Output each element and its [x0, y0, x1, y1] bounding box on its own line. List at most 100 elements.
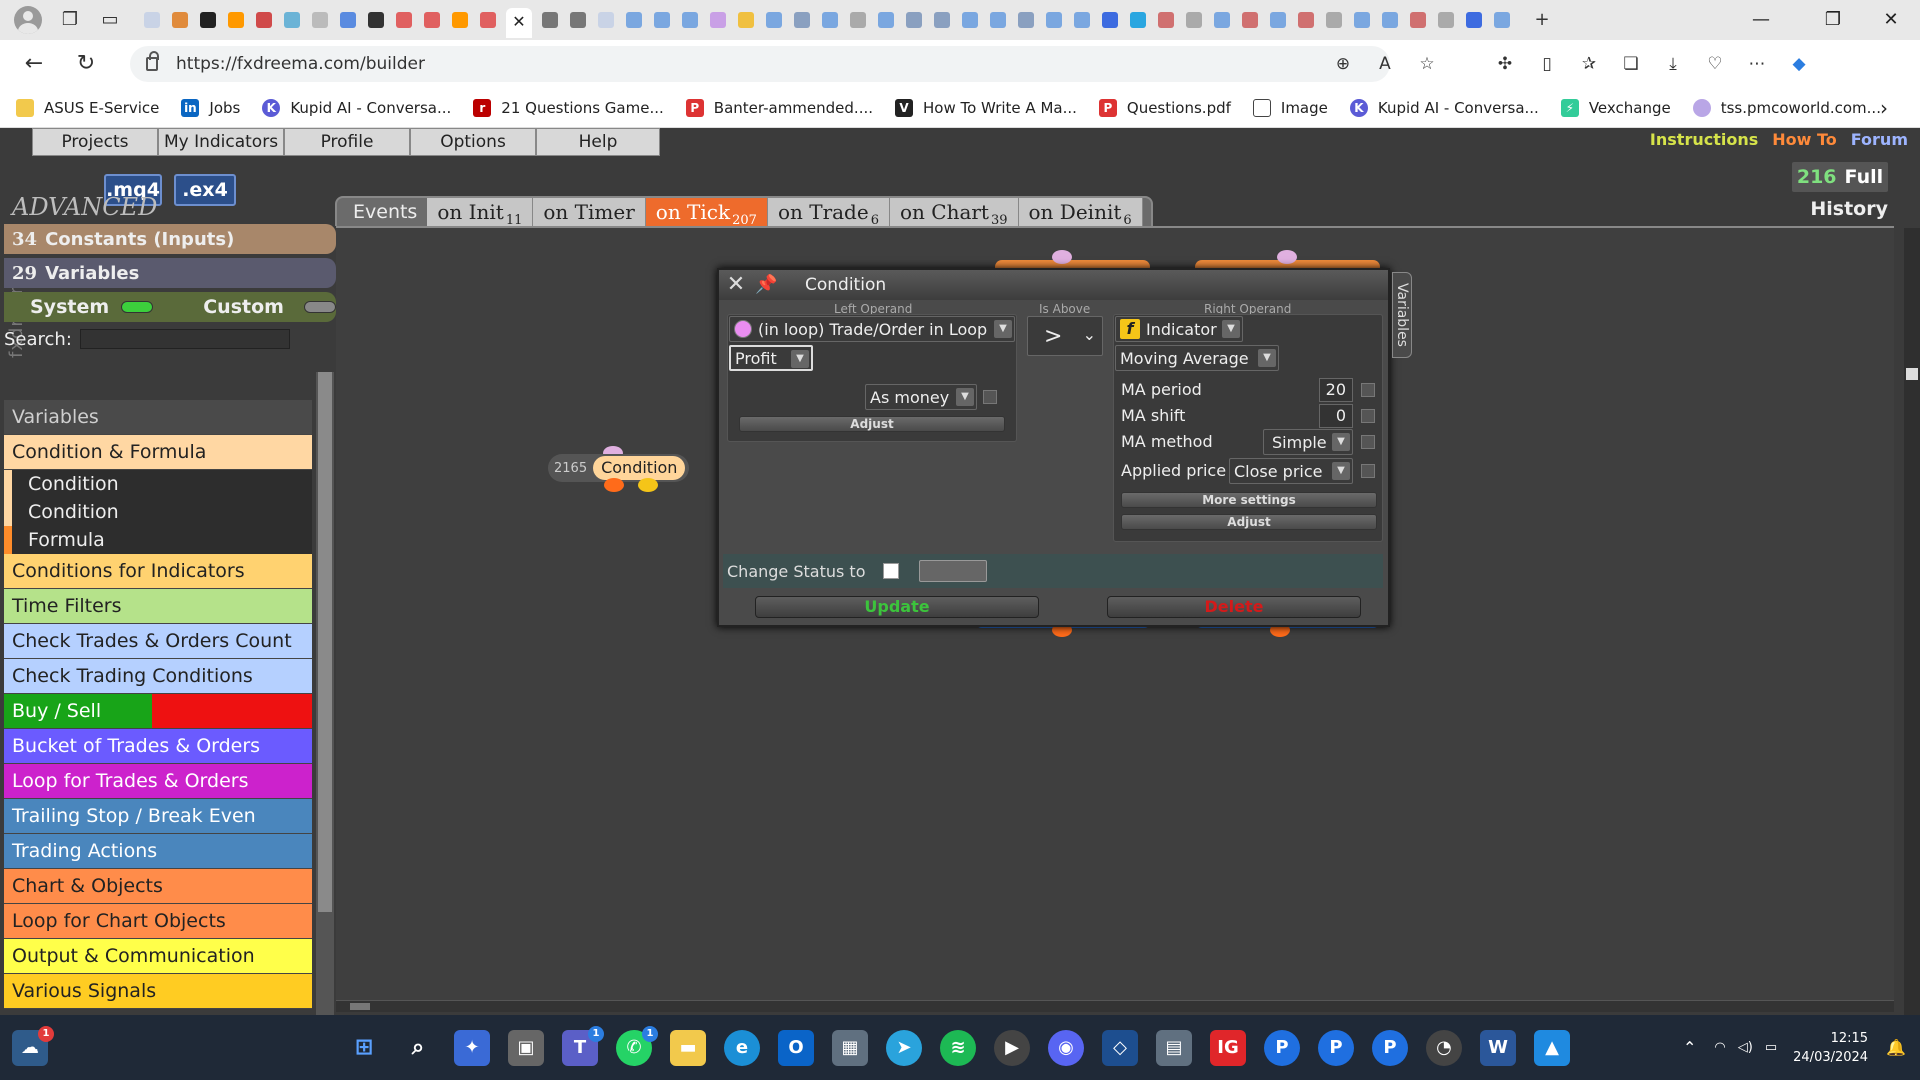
- pin-icon[interactable]: 📌: [755, 274, 777, 296]
- bookmark-kupid-2[interactable]: K Kupid AI - Conversa...: [1349, 98, 1539, 117]
- bookmark-asus[interactable]: ASUS E-Service: [16, 98, 159, 117]
- tab-favicon[interactable]: [598, 12, 614, 28]
- browser-essentials-icon[interactable]: ♡: [1703, 52, 1727, 76]
- back-icon[interactable]: ←: [16, 46, 52, 82]
- tab-favicon[interactable]: [144, 12, 160, 28]
- outlook-icon[interactable]: O: [778, 1029, 814, 1066]
- ma-period-checkbox[interactable]: [1361, 383, 1375, 397]
- bookmark-banter[interactable]: P Banter-ammended....: [685, 98, 873, 117]
- category-buy-sell[interactable]: Buy / Sell: [4, 694, 312, 729]
- search-icon[interactable]: ⌕: [400, 1030, 436, 1066]
- bookmark-vexchange[interactable]: ⚡ Vexchange: [1560, 98, 1671, 117]
- applied-price-select[interactable]: Close price ▼: [1229, 458, 1353, 484]
- block-condition-1[interactable]: Condition: [4, 470, 312, 498]
- tab-favicon[interactable]: [1410, 12, 1426, 28]
- workspaces-icon[interactable]: ❐: [58, 8, 82, 32]
- start-icon[interactable]: ⊞: [346, 1030, 382, 1066]
- tab-favicon[interactable]: [822, 12, 838, 28]
- tab-favicon[interactable]: [1102, 12, 1118, 28]
- pepperstone-icon-1[interactable]: P: [1264, 1029, 1300, 1066]
- tab-favicon[interactable]: [312, 12, 328, 28]
- spotify-icon[interactable]: ≋: [940, 1029, 976, 1066]
- bookmark-tss[interactable]: tss.pmcoworld.com...: [1692, 98, 1881, 117]
- tab-favicon[interactable]: [368, 12, 384, 28]
- bookmark-jobs[interactable]: in Jobs: [181, 98, 240, 117]
- collections-icon[interactable]: ❏: [1619, 52, 1643, 76]
- notifications-bell-icon[interactable]: 🔔: [1886, 1038, 1906, 1057]
- zoom-icon[interactable]: ⊕: [1331, 52, 1355, 76]
- tab-favicon[interactable]: [906, 12, 922, 28]
- extensions-icon[interactable]: ✣: [1493, 52, 1517, 76]
- favorites-icon[interactable]: ✰: [1577, 52, 1601, 76]
- tab-on-deinit[interactable]: on Deinit 6: [1018, 198, 1143, 228]
- indicator-select[interactable]: Moving Average ▼: [1115, 345, 1279, 371]
- tab-favicon[interactable]: [1326, 12, 1342, 28]
- copilot-app-icon[interactable]: ✦: [454, 1029, 490, 1066]
- tab-favicon[interactable]: [1242, 12, 1258, 28]
- tab-favicon[interactable]: [794, 12, 810, 28]
- tab-favicon[interactable]: [654, 12, 670, 28]
- right-scrollbar[interactable]: [1904, 228, 1920, 1015]
- tab-favicon[interactable]: [962, 12, 978, 28]
- block-input-handle[interactable]: [1052, 250, 1072, 264]
- menu-options[interactable]: Options: [410, 128, 536, 156]
- tab-favicon[interactable]: [990, 12, 1006, 28]
- tab-favicon[interactable]: [1438, 12, 1454, 28]
- split-screen-icon[interactable]: ▯: [1535, 52, 1559, 76]
- category-chart-objects[interactable]: Chart & Objects: [4, 869, 312, 904]
- category-trading-actions[interactable]: Trading Actions: [4, 834, 312, 869]
- tab-favicon[interactable]: [710, 12, 726, 28]
- menu-profile[interactable]: Profile: [284, 128, 410, 156]
- clock[interactable]: 12:15 24/03/2024: [1793, 1029, 1868, 1067]
- block-condition-2[interactable]: Condition: [4, 498, 312, 526]
- tab-favicon[interactable]: [850, 12, 866, 28]
- tab-on-tick[interactable]: on Tick 207: [645, 198, 768, 228]
- tab-favicon[interactable]: [626, 12, 642, 28]
- left-adjust-button[interactable]: Adjust: [739, 416, 1005, 432]
- tab-favicon[interactable]: [1298, 12, 1314, 28]
- tab-favicon[interactable]: [284, 12, 300, 28]
- battery-icon[interactable]: ▭: [1765, 1040, 1777, 1055]
- tab-favicon[interactable]: [1354, 12, 1370, 28]
- tab-favicon[interactable]: [1270, 12, 1286, 28]
- tab-favicon[interactable]: [424, 12, 440, 28]
- more-settings-button[interactable]: More settings: [1121, 492, 1377, 508]
- read-aloud-icon[interactable]: A: [1373, 52, 1397, 76]
- how-to-link[interactable]: How To: [1772, 130, 1837, 149]
- block-formula[interactable]: Formula: [4, 526, 312, 554]
- dev-tool-icon[interactable]: ◇: [1102, 1029, 1138, 1066]
- word-icon[interactable]: W: [1480, 1029, 1516, 1066]
- right-adjust-button[interactable]: Adjust: [1121, 514, 1377, 530]
- image-viewer-icon[interactable]: ▲: [1534, 1029, 1570, 1066]
- tab-favicon[interactable]: [1130, 12, 1146, 28]
- edge-icon[interactable]: e: [724, 1029, 760, 1066]
- category-output-communication[interactable]: Output & Communication: [4, 939, 312, 974]
- minimize-icon[interactable]: —: [1738, 0, 1784, 40]
- node-no-handle[interactable]: [638, 478, 658, 492]
- new-tab-icon[interactable]: +: [1530, 8, 1554, 32]
- tab-favicon[interactable]: [878, 12, 894, 28]
- active-tab-close-icon[interactable]: ✕: [506, 8, 532, 38]
- ig-trading-icon[interactable]: IG: [1210, 1029, 1246, 1066]
- scroll-thumb[interactable]: [318, 372, 332, 912]
- scroll-thumb[interactable]: [350, 1003, 370, 1010]
- change-status-checkbox[interactable]: [883, 563, 900, 579]
- tab-favicon[interactable]: [200, 12, 216, 28]
- whatsapp-icon[interactable]: ✆ 1: [616, 1025, 658, 1066]
- forum-link[interactable]: Forum: [1851, 130, 1908, 149]
- menu-projects[interactable]: Projects: [32, 128, 158, 156]
- left-source-select[interactable]: (in loop) Trade/Order in Loop ▼: [729, 316, 1015, 342]
- search-input[interactable]: [79, 329, 290, 349]
- tab-favicon[interactable]: [1494, 12, 1510, 28]
- category-variables[interactable]: Variables: [4, 400, 312, 435]
- tab-on-trade[interactable]: on Trade 6: [767, 198, 890, 228]
- custom-toggle[interactable]: [303, 301, 336, 313]
- pepperstone-icon-2[interactable]: P: [1318, 1029, 1354, 1066]
- media-player-icon[interactable]: ▶: [994, 1029, 1030, 1066]
- tab-actions-icon[interactable]: ▭: [98, 8, 122, 32]
- left-mode-checkbox[interactable]: [983, 390, 997, 404]
- tab-favicon[interactable]: [1466, 12, 1482, 28]
- category-indicator-conditions[interactable]: Conditions for Indicators: [4, 554, 312, 589]
- close-icon[interactable]: ✕: [725, 274, 747, 296]
- more-menu-icon[interactable]: ⋯: [1745, 52, 1769, 76]
